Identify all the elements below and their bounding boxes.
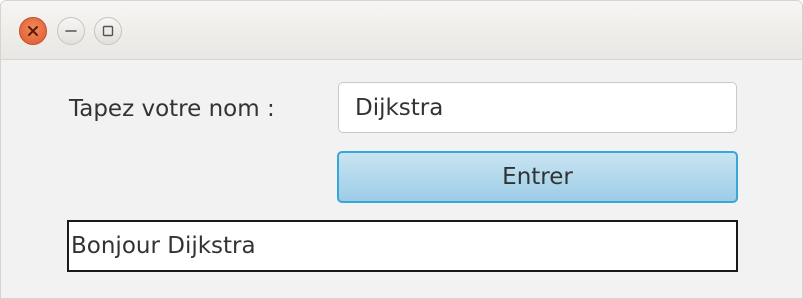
close-icon	[28, 26, 38, 36]
title-bar[interactable]	[1, 1, 802, 60]
app-window: Tapez votre nom : Entrer Bonjour Dijkstr…	[0, 0, 803, 299]
maximize-icon	[102, 25, 114, 37]
name-label: Tapez votre nom :	[69, 96, 275, 122]
minimize-icon	[65, 30, 77, 32]
greeting-output: Bonjour Dijkstra	[67, 220, 738, 272]
enter-button[interactable]: Entrer	[337, 151, 738, 203]
maximize-button[interactable]	[94, 17, 122, 45]
name-input[interactable]	[338, 82, 737, 133]
minimize-button[interactable]	[57, 17, 85, 45]
close-button[interactable]	[19, 17, 47, 45]
